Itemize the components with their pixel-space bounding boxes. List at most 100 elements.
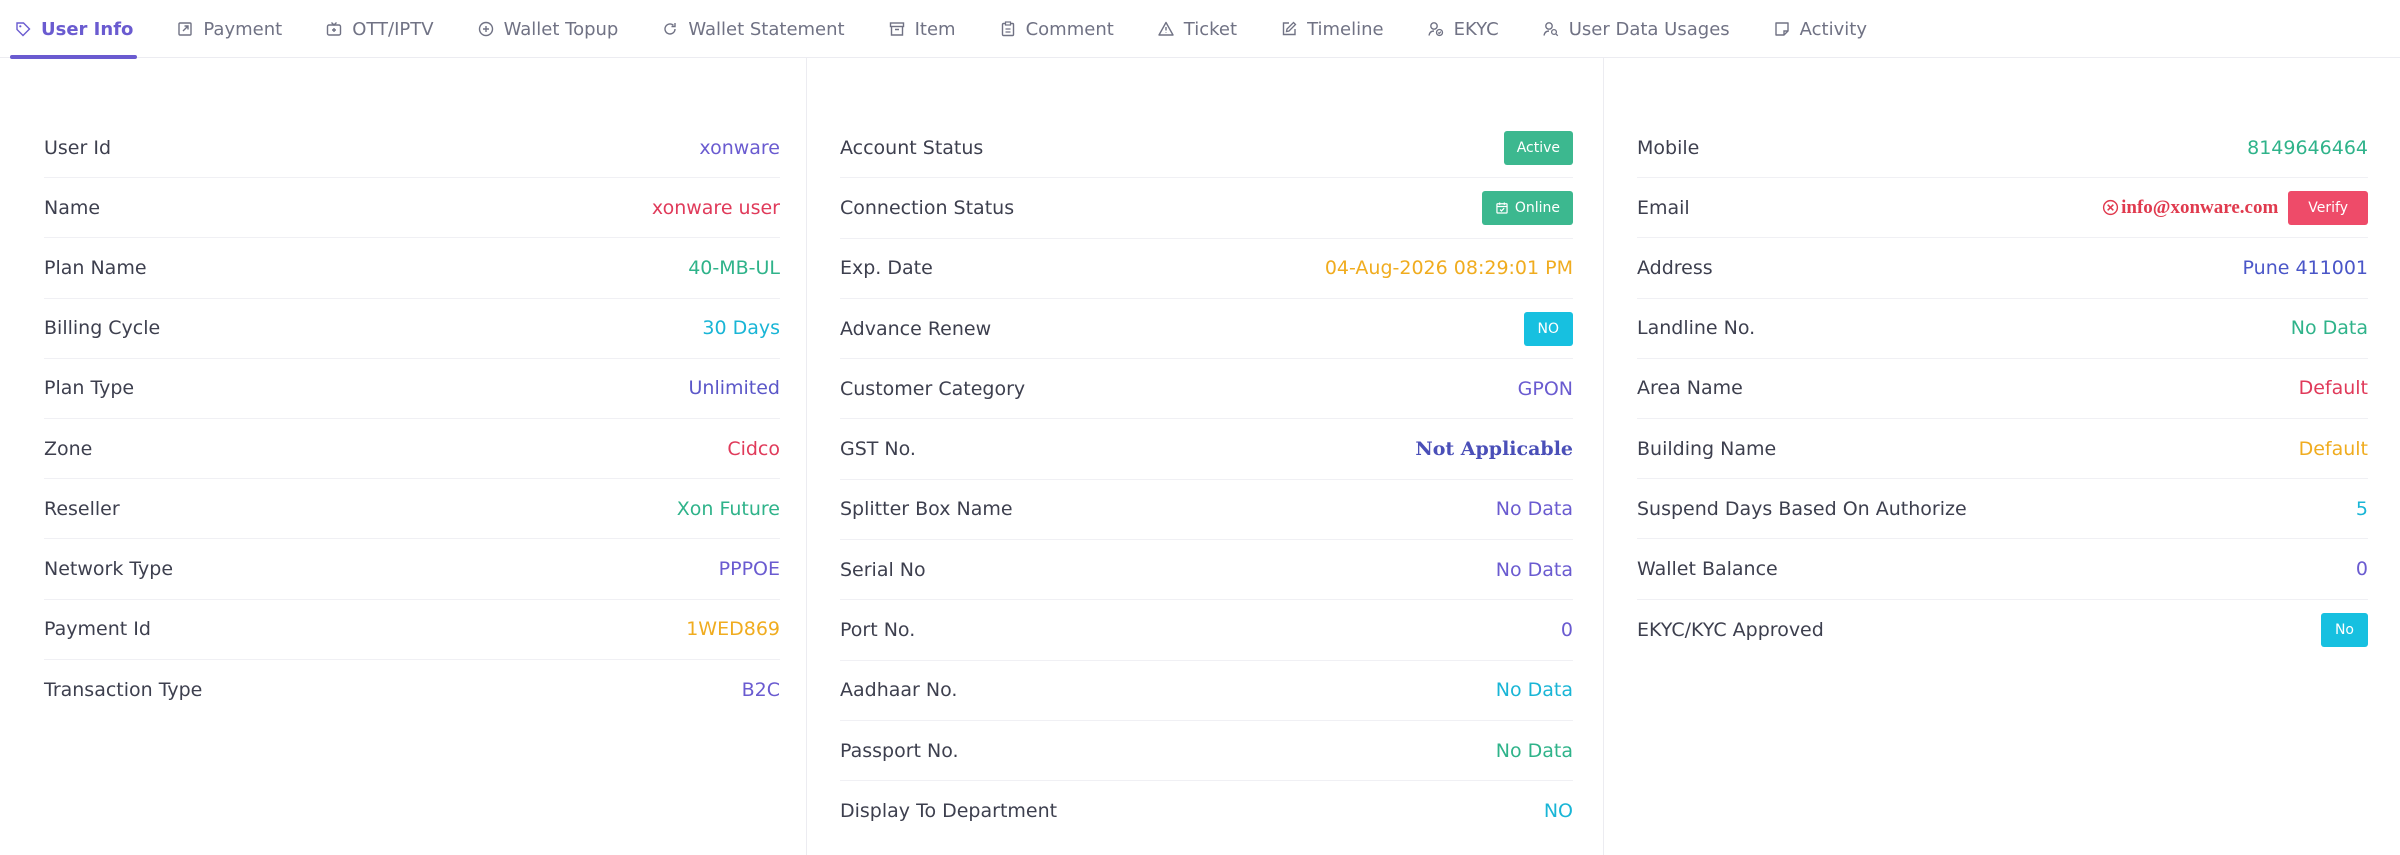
field-label: Serial No — [840, 558, 926, 581]
field-value: 5 — [2355, 497, 2368, 520]
tab-label: User Data Usages — [1568, 18, 1730, 40]
info-row-address: Address Pune 411001 — [1637, 238, 2368, 299]
field-value: 40-MB-UL — [688, 256, 780, 279]
field-label: Reseller — [44, 497, 120, 520]
tab-label: Ticket — [1183, 18, 1238, 40]
tab-bar: User Info Payment OTT/IPTV Wallet Topup Wall… — [0, 0, 2400, 59]
info-column-1: User Id xonware Name xonware user Plan Name 4… — [0, 58, 807, 855]
tab-user-info[interactable]: User Info — [10, 0, 138, 59]
field-value: 30 Days — [702, 317, 780, 340]
tab-payment[interactable]: Payment — [172, 0, 286, 58]
badge-text: Online — [1514, 199, 1560, 216]
info-row-transaction-type: Transaction Type B2C — [44, 660, 780, 720]
status-badge: No — [2320, 612, 2368, 647]
info-row-account-status: Account Status Active — [840, 118, 1573, 179]
field-value: No Data — [1495, 558, 1573, 581]
tab-wallet-topup[interactable]: Wallet Topup — [473, 0, 623, 58]
email-value: info@xonware.com — [2102, 197, 2278, 219]
field-label: Account Status — [840, 136, 984, 159]
info-row-network-type: Network Type PPPOE — [44, 539, 780, 600]
info-row-name: Name xonware user — [44, 178, 780, 239]
field-value: Cidco — [727, 437, 780, 460]
field-value: 8149646464 — [2247, 136, 2368, 159]
alert-triangle-icon — [1157, 20, 1175, 38]
field-label: Transaction Type — [44, 678, 203, 701]
field-label: Connection Status — [840, 196, 1015, 219]
tab-user-data-usages[interactable]: User Data Usages — [1538, 0, 1734, 58]
unverified-icon — [2102, 199, 2119, 216]
field-label: Display To Department — [840, 800, 1058, 823]
field-label: Exp. Date — [840, 257, 933, 280]
tab-activity[interactable]: Activity — [1769, 0, 1871, 58]
field-label: Payment Id — [44, 618, 151, 641]
field-label: Billing Cycle — [44, 317, 161, 340]
field-value: No Data — [1495, 498, 1573, 521]
refresh-icon — [661, 20, 679, 38]
info-row-port-no: Port No. 0 — [840, 600, 1573, 661]
info-row-display-to-department: Display To Department NO — [840, 781, 1573, 841]
tab-label: EKYC — [1453, 18, 1499, 40]
info-row-aadhaar-no: Aadhaar No. No Data — [840, 661, 1573, 721]
field-label: GST No. — [840, 438, 916, 461]
info-row-serial-no: Serial No No Data — [840, 540, 1573, 601]
tab-ott-iptv[interactable]: OTT/IPTV — [321, 0, 437, 58]
verify-button[interactable]: Verify — [2288, 190, 2368, 225]
tab-label: Payment — [203, 18, 283, 40]
note-icon — [1773, 20, 1791, 38]
field-value: B2C — [741, 678, 780, 701]
field-value: Default — [2298, 437, 2368, 460]
field-value: No Data — [1495, 739, 1573, 762]
tab-label: Comment — [1025, 18, 1114, 40]
status-badge: NO — [1523, 311, 1573, 346]
info-row-user-id: User Id xonware — [44, 118, 780, 179]
field-value: No Data — [2290, 317, 2368, 340]
badge-text: No — [2334, 621, 2354, 638]
info-row-email: Email info@xonware.com Verify — [1637, 178, 2368, 239]
info-row-passport-no: Passport No. No Data — [840, 721, 1573, 782]
info-row-wallet-balance: Wallet Balance 0 — [1637, 539, 2368, 600]
field-label: Area Name — [1637, 377, 1743, 400]
tab-wallet-statement[interactable]: Wallet Statement — [657, 0, 848, 58]
info-column-3: Mobile 8149646464 Email info@xonware.com Ver… — [1604, 58, 2400, 855]
tab-label: Timeline — [1307, 18, 1384, 40]
info-row-customer-category: Customer Category GPON — [840, 359, 1573, 420]
info-row-gst-no: GST No. Not Applicable — [840, 419, 1573, 480]
tag-icon — [14, 20, 32, 38]
archive-icon — [888, 20, 906, 38]
info-row-area-name: Area Name Default — [1637, 359, 2368, 419]
field-label: Email — [1637, 196, 1690, 219]
tab-ekyc[interactable]: EKYC — [1423, 0, 1503, 58]
field-value: Unlimited — [688, 377, 781, 400]
field-label: Aadhaar No. — [840, 679, 958, 702]
plus-circle-icon — [477, 20, 495, 38]
tab-comment[interactable]: Comment — [995, 0, 1118, 58]
field-value: 0 — [2355, 557, 2368, 580]
user-check-icon — [1427, 20, 1445, 38]
tab-ticket[interactable]: Ticket — [1153, 0, 1241, 58]
field-value: 04-Aug-2026 08:29:01 PM — [1324, 257, 1573, 280]
info-row-plan-type: Plan Type Unlimited — [44, 359, 780, 419]
user-info-panel: User Id xonware Name xonware user Plan Name 4… — [0, 58, 2400, 855]
field-value: Not Applicable — [1415, 438, 1573, 461]
info-row-connection-status: Connection Status Online — [840, 178, 1573, 239]
badge-text: NO — [1537, 320, 1560, 337]
field-label: Zone — [44, 437, 93, 460]
badge-text: Active — [1516, 139, 1560, 156]
field-label: Plan Type — [44, 377, 135, 400]
status-badge: Online — [1481, 190, 1573, 225]
info-row-exp-date: Exp. Date 04-Aug-2026 08:29:01 PM — [840, 239, 1573, 299]
field-label: Suspend Days Based On Authorize — [1637, 497, 1967, 520]
info-column-2: Account Status Active Connection Status Onl… — [807, 58, 1604, 855]
field-label: Advance Renew — [840, 317, 992, 340]
tab-item[interactable]: Item — [884, 0, 960, 58]
field-label: Plan Name — [44, 256, 147, 279]
field-value: PPPOE — [718, 557, 780, 580]
field-label: User Id — [44, 136, 112, 159]
field-value: NO — [1543, 800, 1573, 823]
tab-label: Item — [914, 18, 956, 40]
field-label: Name — [44, 196, 101, 219]
field-value: xonware — [699, 136, 780, 159]
info-row-building-name: Building Name Default — [1637, 419, 2368, 480]
field-value: Xon Future — [676, 497, 780, 520]
tab-timeline[interactable]: Timeline — [1276, 0, 1388, 58]
